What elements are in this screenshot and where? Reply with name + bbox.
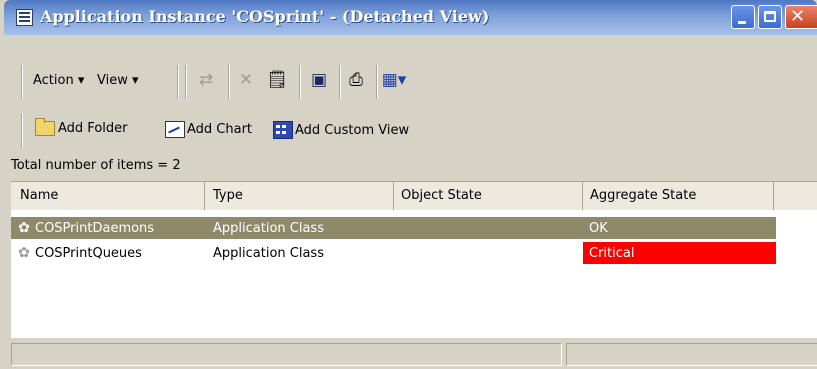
properties-icon[interactable]: 🗒 bbox=[266, 70, 288, 90]
toolbar-separator bbox=[21, 65, 23, 99]
chevron-down-icon: ▾ bbox=[77, 73, 85, 88]
aggregate-state: OK bbox=[589, 221, 608, 236]
action-menu-label: Action bbox=[33, 73, 74, 88]
item-count: Total number of items = 2 bbox=[11, 158, 181, 173]
toolbar-separator bbox=[339, 65, 341, 99]
toolbar-separator bbox=[228, 65, 230, 99]
status-pane-main bbox=[11, 343, 562, 366]
action-toolbar: Add Folder Add Chart Add Custom View bbox=[11, 109, 817, 153]
item-name: COSPrintDaemons bbox=[35, 221, 155, 236]
view-menu-label: View bbox=[97, 73, 128, 88]
item-type: Application Class bbox=[213, 246, 324, 261]
column-header-name[interactable]: Name bbox=[20, 188, 58, 203]
add-folder-label: Add Folder bbox=[58, 121, 128, 136]
main-toolbar: Action ▾ View ▾ ⇄ ✕ 🗒 ▣ ⎙ ▦▾ bbox=[11, 60, 817, 105]
items-list: ✿ COSPrintDaemons Application Class OK ✿… bbox=[11, 210, 817, 338]
custom-view-icon bbox=[273, 121, 293, 139]
status-pane-secondary bbox=[566, 343, 817, 366]
add-chart-button[interactable]: Add Chart bbox=[165, 121, 252, 138]
delete-icon[interactable]: ✕ bbox=[236, 70, 256, 90]
column-header-aggregate-state[interactable]: Aggregate State bbox=[590, 188, 696, 203]
toolbar-separator bbox=[177, 65, 179, 99]
add-custom-view-button[interactable]: Add Custom View bbox=[273, 121, 409, 139]
maximize-icon[interactable] bbox=[758, 5, 782, 29]
action-menu[interactable]: Action ▾ bbox=[33, 73, 84, 88]
application-class-icon: ✿ bbox=[18, 245, 30, 261]
toolbar-separator bbox=[299, 65, 301, 99]
list-header: Name Type Object State Aggregate State bbox=[11, 181, 817, 211]
close-icon[interactable]: ✕ bbox=[785, 5, 817, 29]
folder-icon bbox=[35, 118, 55, 136]
column-divider[interactable] bbox=[582, 182, 583, 210]
chevron-down-icon: ▾ bbox=[132, 73, 139, 88]
list-item[interactable]: ✿ COSPrintDaemons Application Class OK bbox=[11, 217, 776, 239]
minimize-icon[interactable] bbox=[731, 5, 755, 29]
arrows-icon[interactable]: ⇄ bbox=[196, 70, 216, 90]
add-folder-button[interactable]: Add Folder bbox=[35, 118, 128, 136]
column-divider[interactable] bbox=[393, 182, 394, 210]
item-name: COSPrintQueues bbox=[35, 246, 142, 261]
save-icon[interactable]: ▣ bbox=[309, 70, 329, 90]
add-chart-label: Add Chart bbox=[187, 122, 253, 137]
item-type: Application Class bbox=[213, 221, 324, 236]
view-menu[interactable]: View ▾ bbox=[97, 73, 139, 88]
column-header-object-state[interactable]: Object State bbox=[401, 188, 482, 203]
chart-icon bbox=[165, 121, 185, 138]
toolbar-separator bbox=[21, 114, 23, 148]
aggregate-state-cell: Critical bbox=[583, 242, 776, 264]
column-divider[interactable] bbox=[204, 182, 205, 210]
view-options-icon[interactable]: ▦▾ bbox=[382, 70, 407, 90]
title-bar[interactable]: Application Instance 'COSprint' - (Detac… bbox=[4, 0, 817, 35]
list-item[interactable]: ✿ COSPrintQueues Application Class Criti… bbox=[11, 242, 776, 264]
window-title: Application Instance 'COSprint' - (Detac… bbox=[40, 7, 490, 26]
application-class-icon: ✿ bbox=[18, 220, 30, 236]
toolbar-separator bbox=[185, 65, 187, 99]
window-icon bbox=[16, 9, 33, 26]
status-bar bbox=[11, 343, 817, 366]
toolbar-separator bbox=[376, 65, 378, 99]
column-header-type[interactable]: Type bbox=[213, 188, 243, 203]
aggregate-state-cell: OK bbox=[583, 217, 776, 239]
aggregate-state: Critical bbox=[589, 246, 635, 261]
add-custom-view-label: Add Custom View bbox=[295, 122, 410, 138]
print-icon[interactable]: ⎙ bbox=[346, 70, 366, 90]
column-divider[interactable] bbox=[773, 182, 774, 210]
